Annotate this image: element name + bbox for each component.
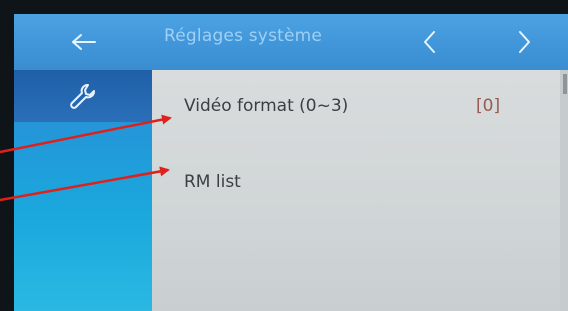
scrollbar[interactable]: [560, 70, 568, 311]
sidebar-item-system-settings[interactable]: [14, 70, 152, 122]
device-screen: Réglages système Vidéo format (0~3) [0] …: [14, 14, 568, 311]
list-item-video-format[interactable]: Vidéo format (0~3) [0]: [152, 84, 556, 132]
arrow-left-icon: [72, 34, 96, 50]
back-button[interactable]: [64, 24, 104, 60]
video-format-value: [0]: [476, 96, 501, 116]
settings-panel: Vidéo format (0~3) [0] RM list: [152, 70, 568, 311]
scroll-thumb[interactable]: [563, 74, 567, 94]
chevron-left-icon: [424, 31, 435, 53]
previous-page-button[interactable]: [410, 24, 450, 60]
sidebar: [14, 70, 152, 311]
wrench-icon: [70, 84, 95, 109]
title-bar: Réglages système: [14, 14, 568, 70]
chevron-right-icon: [519, 31, 530, 53]
rm-list-label: RM list: [184, 172, 241, 192]
page-title: Réglages système: [164, 26, 323, 46]
video-format-label: Vidéo format (0~3): [184, 96, 349, 116]
list-item-rm-list[interactable]: RM list: [152, 160, 556, 208]
next-page-button[interactable]: [504, 24, 544, 60]
